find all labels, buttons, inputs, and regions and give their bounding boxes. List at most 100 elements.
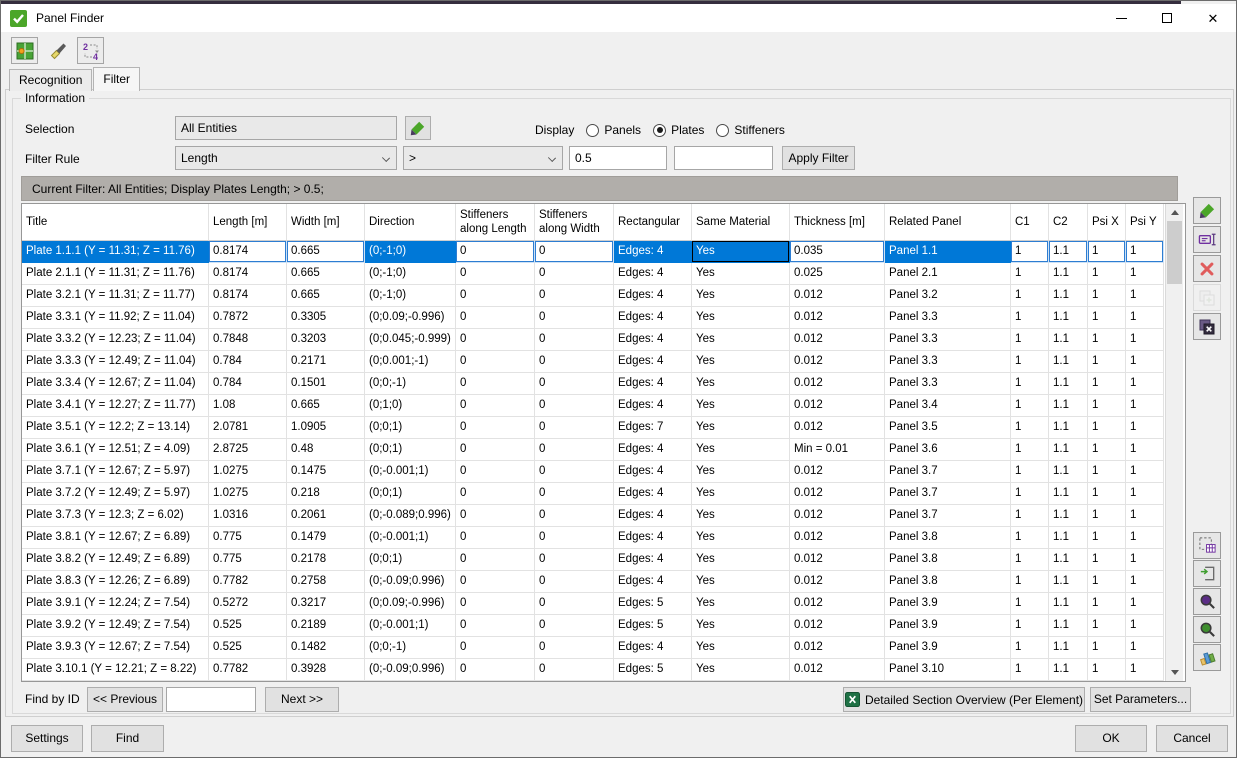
rename-button[interactable] — [1193, 226, 1221, 253]
table-cell[interactable]: 0 — [535, 241, 614, 263]
table-cell[interactable]: (0;-0.001;1) — [365, 527, 456, 549]
table-cell[interactable]: 1 — [1088, 241, 1126, 263]
table-cell[interactable]: Panel 3.3 — [885, 307, 1011, 329]
table-cell[interactable]: Yes — [692, 637, 790, 659]
table-cell[interactable]: (0;1;0) — [365, 395, 456, 417]
table-cell[interactable]: Yes — [692, 527, 790, 549]
maximize-button[interactable] — [1144, 4, 1190, 32]
table-cell[interactable]: 1 — [1126, 593, 1164, 615]
table-cell[interactable]: Plate 3.7.1 (Y = 12.67; Z = 5.97) — [22, 461, 209, 483]
table-row[interactable]: Plate 3.6.1 (Y = 12.51; Z = 4.09)2.87250… — [22, 439, 1165, 461]
table-cell[interactable]: Plate 3.3.4 (Y = 12.67; Z = 11.04) — [22, 373, 209, 395]
table-cell[interactable]: 1 — [1126, 461, 1164, 483]
column-header[interactable]: Rectangular — [614, 204, 692, 241]
table-cell[interactable]: 0 — [456, 659, 535, 681]
table-cell[interactable]: 0 — [456, 417, 535, 439]
panel-recognition-button[interactable] — [11, 37, 38, 64]
table-cell[interactable]: 0 — [535, 263, 614, 285]
table-cell[interactable]: 1 — [1088, 659, 1126, 681]
table-cell[interactable]: 1 — [1011, 483, 1049, 505]
table-row[interactable]: Plate 3.7.2 (Y = 12.49; Z = 5.97)1.02750… — [22, 483, 1165, 505]
table-row[interactable]: Plate 3.9.3 (Y = 12.67; Z = 7.54)0.5250.… — [22, 637, 1165, 659]
table-cell[interactable]: 0 — [456, 263, 535, 285]
table-cell[interactable]: 1 — [1011, 241, 1049, 263]
table-cell[interactable]: Edges: 4 — [614, 549, 692, 571]
tab-filter[interactable]: Filter — [93, 67, 140, 91]
table-cell[interactable]: 0.1501 — [287, 373, 365, 395]
table-cell[interactable]: 1 — [1011, 285, 1049, 307]
table-cell[interactable]: Plate 3.7.3 (Y = 12.3; Z = 6.02) — [22, 505, 209, 527]
table-cell[interactable]: 1 — [1011, 395, 1049, 417]
table-cell[interactable]: 0 — [535, 549, 614, 571]
table-cell[interactable]: 1 — [1126, 241, 1164, 263]
statistics-button[interactable] — [1193, 644, 1221, 671]
table-cell[interactable]: (0;-0.089;0.996) — [365, 505, 456, 527]
column-header[interactable]: Width [m] — [287, 204, 365, 241]
table-cell[interactable]: 0.5272 — [209, 593, 287, 615]
table-cell[interactable]: Plate 3.9.3 (Y = 12.67; Z = 7.54) — [22, 637, 209, 659]
table-cell[interactable]: 1 — [1088, 483, 1126, 505]
table-cell[interactable]: Panel 3.8 — [885, 571, 1011, 593]
table-cell[interactable]: 0 — [456, 483, 535, 505]
table-cell[interactable]: (0;-1;0) — [365, 263, 456, 285]
table-cell[interactable]: Edges: 4 — [614, 571, 692, 593]
filter-operator-dropdown[interactable]: > — [403, 146, 563, 170]
table-cell[interactable]: 1 — [1011, 439, 1049, 461]
table-cell[interactable]: 0.8174 — [209, 241, 287, 263]
table-cell[interactable]: 0.665 — [287, 263, 365, 285]
table-cell[interactable]: 1 — [1088, 549, 1126, 571]
table-cell[interactable]: 1 — [1011, 263, 1049, 285]
ok-button[interactable]: OK — [1075, 725, 1147, 752]
table-cell[interactable]: 0 — [456, 615, 535, 637]
table-cell[interactable]: Panel 3.9 — [885, 615, 1011, 637]
table-cell[interactable]: Edges: 4 — [614, 307, 692, 329]
table-row[interactable]: Plate 3.3.4 (Y = 12.67; Z = 11.04)0.7840… — [22, 373, 1165, 395]
table-cell[interactable]: 1 — [1126, 549, 1164, 571]
table-cell[interactable]: 1 — [1126, 329, 1164, 351]
table-cell[interactable]: Plate 3.9.2 (Y = 12.49; Z = 7.54) — [22, 615, 209, 637]
table-cell[interactable]: Edges: 5 — [614, 593, 692, 615]
table-cell[interactable]: 0.012 — [790, 659, 885, 681]
table-cell[interactable]: 0.012 — [790, 527, 885, 549]
table-cell[interactable]: 0.7782 — [209, 571, 287, 593]
table-cell[interactable]: Panel 3.3 — [885, 329, 1011, 351]
table-cell[interactable]: 1.1 — [1049, 351, 1088, 373]
table-cell[interactable]: (0;0;1) — [365, 439, 456, 461]
table-cell[interactable]: 1 — [1011, 593, 1049, 615]
table-cell[interactable]: 0 — [535, 637, 614, 659]
table-cell[interactable]: 0.525 — [209, 637, 287, 659]
table-cell[interactable]: 1 — [1126, 285, 1164, 307]
table-cell[interactable]: (0;0;1) — [365, 549, 456, 571]
table-cell[interactable]: 1 — [1088, 263, 1126, 285]
table-row[interactable]: Plate 3.10.1 (Y = 12.21; Z = 8.22)0.7782… — [22, 659, 1165, 681]
table-cell[interactable]: 0.3203 — [287, 329, 365, 351]
edit-row-button[interactable] — [1193, 197, 1221, 224]
table-cell[interactable]: 0.7872 — [209, 307, 287, 329]
table-cell[interactable]: Panel 3.4 — [885, 395, 1011, 417]
table-cell[interactable]: 1.1 — [1049, 417, 1088, 439]
table-cell[interactable]: 0.012 — [790, 329, 885, 351]
table-cell[interactable]: 1 — [1011, 615, 1049, 637]
table-cell[interactable]: 0 — [535, 395, 614, 417]
table-cell[interactable]: 1 — [1088, 593, 1126, 615]
column-header[interactable]: Stiffeners along Length — [456, 204, 535, 241]
table-cell[interactable]: Plate 3.3.3 (Y = 12.49; Z = 11.04) — [22, 351, 209, 373]
table-cell[interactable]: 0 — [535, 659, 614, 681]
cancel-button[interactable]: Cancel — [1156, 725, 1228, 752]
table-cell[interactable]: Panel 3.9 — [885, 637, 1011, 659]
table-cell[interactable]: 0.7848 — [209, 329, 287, 351]
column-header[interactable]: Direction — [365, 204, 456, 241]
table-cell[interactable]: Plate 2.1.1 (Y = 11.31; Z = 11.76) — [22, 263, 209, 285]
table-cell[interactable]: 0.1482 — [287, 637, 365, 659]
table-cell[interactable]: 0.48 — [287, 439, 365, 461]
table-cell[interactable]: 1 — [1088, 329, 1126, 351]
close-button[interactable]: ✕ — [1190, 4, 1236, 32]
edit-selection-button[interactable] — [405, 116, 431, 140]
table-cell[interactable]: Edges: 4 — [614, 439, 692, 461]
find-button[interactable]: Find — [91, 725, 164, 752]
table-cell[interactable]: 1 — [1088, 307, 1126, 329]
table-cell[interactable]: 0.2758 — [287, 571, 365, 593]
filter-value1-input[interactable]: 0.5 — [569, 146, 667, 170]
table-cell[interactable]: 0.665 — [287, 285, 365, 307]
table-cell[interactable]: 0 — [535, 351, 614, 373]
